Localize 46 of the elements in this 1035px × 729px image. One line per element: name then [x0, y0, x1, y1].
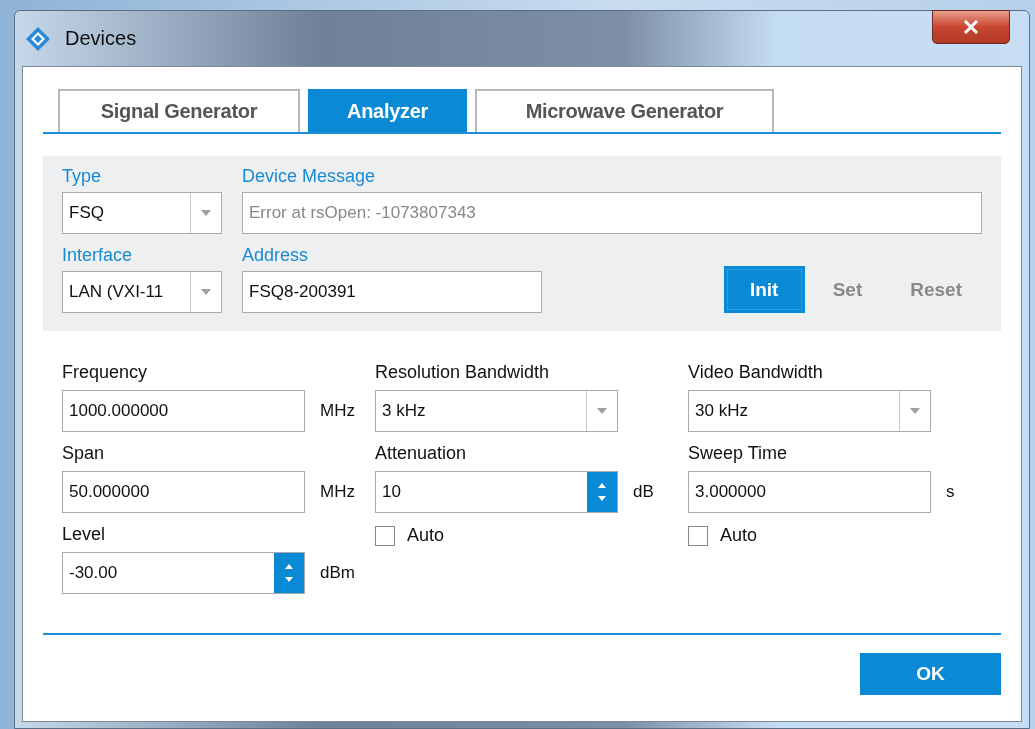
caret-icon: [201, 210, 211, 216]
field-label: Attenuation: [375, 442, 468, 464]
caret-icon: [597, 408, 607, 414]
message-field: Error at rsOpen: -1073807343: [242, 192, 982, 234]
address-field[interactable]: FSQ8-200391: [242, 271, 542, 313]
spin-buttons[interactable]: [274, 553, 304, 593]
tab[interactable]: Microwave Generator: [475, 89, 774, 132]
field-label: Sweep Time: [688, 442, 789, 464]
field-label: Device Message: [242, 165, 377, 187]
close-button[interactable]: [932, 10, 1010, 44]
field-label: Frequency: [62, 361, 149, 383]
checkbox[interactable]: [688, 525, 708, 546]
dropdown[interactable]: 3 kHz: [375, 390, 618, 432]
window-title: Devices: [65, 27, 137, 50]
field-label: Resolution Bandwidth: [375, 361, 551, 383]
input-field[interactable]: 1000.000000: [62, 390, 305, 432]
close-icon: [963, 20, 979, 34]
field-label: Address: [242, 244, 310, 266]
diamond-icon: [25, 25, 51, 52]
spin-buttons[interactable]: [587, 472, 617, 512]
field-label: Video Bandwidth: [688, 361, 824, 383]
type-dropdown[interactable]: FSQ: [62, 192, 222, 234]
action-button[interactable]: Init: [723, 266, 805, 313]
field-label: Interface: [62, 244, 134, 266]
unit-label: MHz: [320, 482, 355, 502]
checkbox[interactable]: [375, 525, 395, 546]
field-label: Type: [62, 165, 103, 187]
input-field[interactable]: 50.000000: [62, 471, 305, 513]
spin-box[interactable]: 10: [375, 471, 618, 513]
tab[interactable]: Analyzer: [308, 89, 467, 132]
checkbox-label: Auto: [407, 525, 445, 546]
spin-box[interactable]: -30.00: [62, 552, 305, 594]
caret-icon: [910, 408, 920, 414]
unit-label: s: [946, 482, 955, 502]
tab[interactable]: Signal Generator: [58, 89, 300, 132]
checkbox-label: Auto: [720, 525, 758, 546]
dropdown[interactable]: 30 kHz: [688, 390, 931, 432]
unit-label: dBm: [320, 563, 355, 583]
ok-button[interactable]: OK: [860, 653, 1001, 695]
field-label: Level: [62, 523, 107, 545]
unit-label: dB: [633, 482, 654, 502]
interface-dropdown[interactable]: LAN (VXI-11: [62, 271, 222, 313]
field-label: Span: [62, 442, 106, 464]
caret-icon: [201, 289, 211, 295]
input-field[interactable]: 3.000000: [688, 471, 931, 513]
unit-label: MHz: [320, 401, 355, 421]
